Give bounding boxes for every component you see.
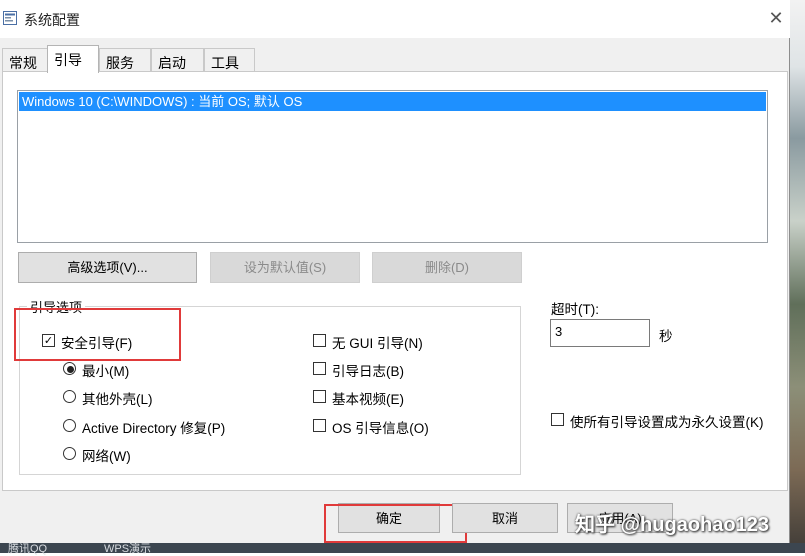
tab-general[interactable]: 常规 — [2, 48, 48, 72]
delete-button[interactable]: 删除(D) — [372, 252, 522, 283]
radio-network[interactable] — [63, 447, 76, 460]
make-permanent-checkbox[interactable] — [551, 413, 564, 426]
desktop-background-strip — [790, 0, 805, 553]
radio-alternate-shell[interactable] — [63, 390, 76, 403]
boot-entry-item[interactable]: Windows 10 (C:\WINDOWS) : 当前 OS; 默认 OS — [19, 92, 766, 111]
taskbar: 腾讯QQ WPS演示 — [0, 543, 805, 555]
tab-boot[interactable]: 引导 — [47, 45, 99, 73]
base-video-checkbox[interactable] — [313, 390, 326, 403]
radio-alternate-shell-label: 其他外壳(L) — [82, 392, 153, 407]
tab-services[interactable]: 服务 — [99, 48, 151, 72]
timeout-input[interactable]: 3 — [550, 319, 650, 347]
radio-minimal-label: 最小(M) — [82, 364, 130, 379]
radio-active-directory-repair-label: Active Directory 修复(P) — [82, 421, 226, 436]
tab-tools[interactable]: 工具 — [204, 48, 255, 72]
cancel-button[interactable]: 取消 — [452, 503, 558, 533]
radio-network-label: 网络(W) — [82, 449, 131, 464]
zhihu-watermark: 知乎 @hugaohao123 — [575, 514, 769, 536]
title-bar: 系统配置 ✕ — [0, 0, 790, 38]
close-icon[interactable]: ✕ — [764, 7, 788, 29]
highlight-ok-box — [324, 504, 467, 543]
radio-minimal[interactable] — [63, 362, 76, 375]
os-boot-info-label: OS 引导信息(O) — [332, 421, 429, 436]
os-boot-info-checkbox[interactable] — [313, 419, 326, 432]
make-permanent-label: 使所有引导设置成为永久设置(K) — [570, 415, 764, 430]
base-video-label: 基本视频(E) — [332, 392, 404, 407]
system-config-dialog: 系统配置 ✕ 常规 引导 服务 启动 工具 Windows 10 (C:\WIN… — [0, 0, 790, 543]
timeout-label: 超时(T): — [551, 302, 599, 317]
tab-startup[interactable]: 启动 — [151, 48, 204, 72]
no-gui-boot-checkbox[interactable] — [313, 334, 326, 347]
boot-log-label: 引导日志(B) — [332, 364, 404, 379]
radio-active-directory-repair[interactable] — [63, 419, 76, 432]
set-default-button[interactable]: 设为默认值(S) — [210, 252, 360, 283]
system-config-app-icon — [3, 11, 17, 25]
advanced-options-button[interactable]: 高级选项(V)... — [18, 252, 197, 283]
highlight-safe-boot-box — [14, 308, 181, 361]
boot-log-checkbox[interactable] — [313, 362, 326, 375]
boot-entry-list[interactable] — [17, 90, 768, 243]
timeout-unit: 秒 — [659, 329, 673, 344]
no-gui-boot-label: 无 GUI 引导(N) — [332, 336, 423, 351]
window-title: 系统配置 — [24, 12, 80, 28]
